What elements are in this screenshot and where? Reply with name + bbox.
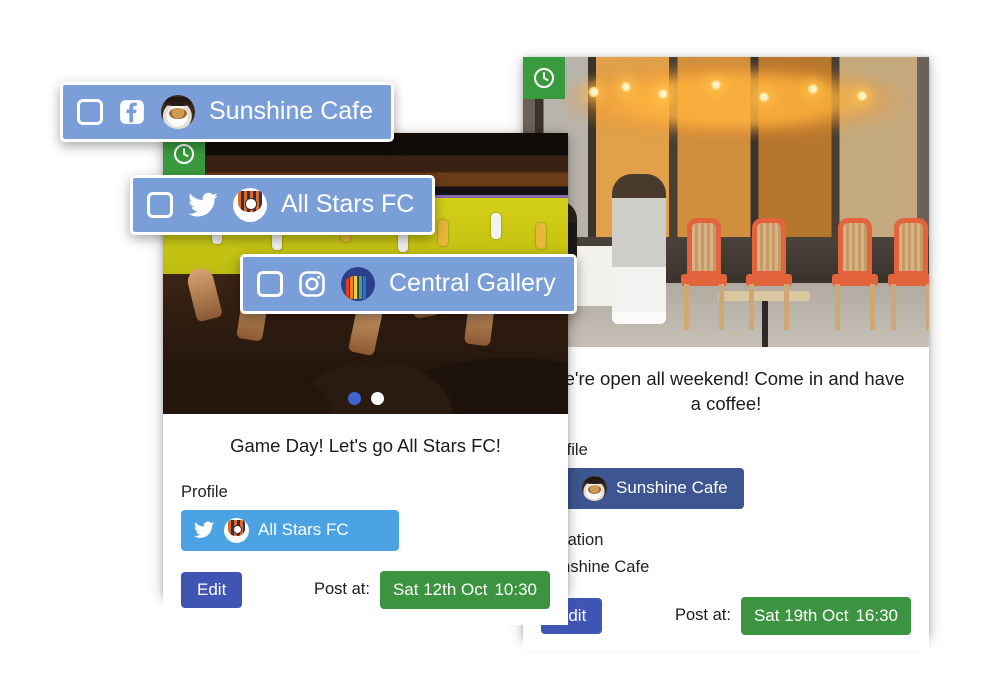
account-chip-name-central-gallery: Central Gallery — [389, 268, 556, 297]
account-chip-sunshine-cafe[interactable]: Sunshine Cafe — [60, 82, 395, 142]
cafe-lights — [523, 74, 929, 138]
post-at-group-sunshine: Post at: Sat 19th Oct 16:30 — [675, 596, 911, 635]
post-at-date-all-stars: Sat 12th Oct — [392, 579, 488, 599]
checkbox-sunshine-cafe[interactable] — [77, 99, 103, 125]
post-at-time-sunshine: 16:30 — [855, 605, 898, 625]
gallery-art-avatar — [341, 267, 375, 301]
carousel-dot-1[interactable] — [347, 392, 361, 405]
location-label-sunshine: Location — [541, 530, 604, 549]
action-row-all-stars: Edit Post at: Sat 12th Oct 10:30 — [181, 570, 550, 609]
profile-label-sunshine: Profile — [541, 441, 911, 460]
post-at-label-sunshine: Post at: — [675, 606, 731, 625]
screenshot-stage: We're open all weekend! Come in and have… — [0, 0, 1000, 695]
status-badge-scheduled-sunshine[interactable] — [523, 57, 565, 99]
profile-label-all-stars: Profile — [181, 482, 228, 501]
location-value-sunshine: Sunshine Cafe — [541, 557, 650, 576]
post-text-all-stars: Game Day! Let's go All Stars FC! — [230, 435, 501, 456]
football-crest-avatar — [224, 517, 249, 543]
checkbox-central-gallery[interactable] — [257, 271, 283, 297]
card-body-all-stars: Game Day! Let's go All Stars FC! Profile… — [163, 414, 568, 625]
edit-button-all-stars[interactable]: Edit — [181, 571, 243, 608]
post-at-label-all-stars: Post at: — [314, 580, 370, 599]
checkbox-all-stars-fc[interactable] — [147, 192, 173, 218]
account-chip-all-stars-fc[interactable]: All Stars FC — [130, 175, 436, 235]
account-chip-central-gallery[interactable]: Central Gallery — [240, 254, 577, 314]
post-card-sunshine-cafe[interactable]: We're open all weekend! Come in and have… — [523, 57, 929, 651]
account-chip-name-sunshine: Sunshine Cafe — [209, 96, 374, 125]
card-media-sunshine-cafe — [523, 57, 929, 347]
account-chip-name-all-stars: All Stars FC — [281, 189, 415, 218]
twitter-icon — [187, 189, 219, 221]
clock-icon — [172, 142, 196, 166]
instagram-icon — [297, 269, 327, 299]
carousel-dot-2[interactable] — [370, 392, 384, 405]
post-at-badge-sunshine[interactable]: Sat 19th Oct 16:30 — [740, 596, 911, 635]
twitter-icon — [193, 519, 215, 541]
coffee-cup-avatar — [161, 95, 195, 129]
profile-chip-name-all-stars: All Stars FC — [258, 520, 349, 540]
card-body-sunshine-cafe: We're open all weekend! Come in and have… — [523, 347, 929, 651]
action-row-sunshine: Edit Post at: Sat 19th Oct 16:30 — [541, 596, 911, 635]
profile-chip-sunshine-cafe[interactable]: Sunshine Cafe — [541, 467, 744, 509]
football-crest-avatar — [233, 188, 267, 222]
post-at-group-all-stars: Post at: Sat 12th Oct 10:30 — [314, 570, 550, 609]
carousel-dots[interactable] — [163, 392, 568, 405]
post-at-badge-all-stars[interactable]: Sat 12th Oct 10:30 — [379, 570, 550, 609]
profile-chip-all-stars[interactable]: All Stars FC — [181, 509, 399, 551]
post-text-sunshine-cafe: We're open all weekend! Come in and have… — [547, 368, 905, 414]
clock-icon — [532, 66, 556, 90]
post-at-date-sunshine: Sat 19th Oct — [753, 605, 849, 625]
coffee-cup-avatar — [582, 475, 607, 501]
profile-chip-name-sunshine: Sunshine Cafe — [616, 478, 728, 498]
facebook-icon — [117, 97, 147, 127]
paris-cafe-photo — [523, 57, 929, 347]
post-at-time-all-stars: 10:30 — [494, 579, 537, 599]
